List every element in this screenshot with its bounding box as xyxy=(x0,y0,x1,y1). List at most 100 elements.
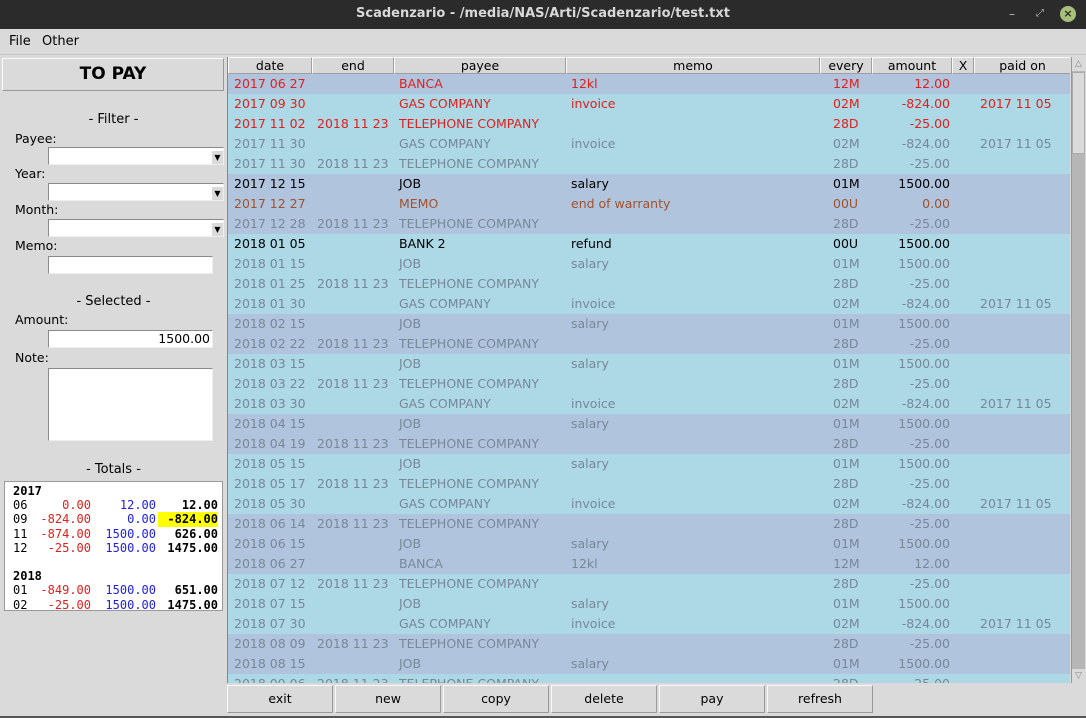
menu-file[interactable]: File xyxy=(9,34,31,49)
exit-button[interactable]: exit xyxy=(227,685,333,713)
column-header-every[interactable]: every xyxy=(820,57,872,74)
minimize-icon[interactable]: – xyxy=(1004,6,1020,22)
totals-month: 11 xyxy=(13,526,28,541)
cell-date: 2018 01 15 xyxy=(234,256,306,271)
cell-date: 2018 06 14 xyxy=(234,516,306,531)
table-row[interactable]: 2018 06 27 BANCA 12kl 12M 12.00 xyxy=(228,554,1070,574)
cell-amount: -25.00 xyxy=(909,516,950,531)
to-pay-button[interactable]: TO PAY xyxy=(2,58,224,91)
cell-amount: -25.00 xyxy=(909,276,950,291)
cell-end: 2018 11 23 xyxy=(317,576,389,591)
column-header-date[interactable]: date xyxy=(228,57,312,74)
chevron-down-icon[interactable]: ▼ xyxy=(212,223,223,236)
payee-combobox[interactable]: ▼ xyxy=(48,147,224,165)
cell-amount: 1500.00 xyxy=(898,256,950,271)
table-row[interactable]: 2018 09 06 2018 11 23 TELEPHONE COMPANY 28D… xyxy=(228,674,1070,683)
table-row[interactable]: 2017 11 30 GAS COMPANY invoice 02M -824.00 20… xyxy=(228,134,1070,154)
copy-button[interactable]: copy xyxy=(443,685,549,713)
cell-memo: invoice xyxy=(571,616,616,631)
cell-payee: TELEPHONE COMPANY xyxy=(399,156,540,171)
table-row[interactable]: 2018 07 12 2018 11 23 TELEPHONE COMPANY 28D… xyxy=(228,574,1070,594)
table-row[interactable]: 2017 12 15 JOB salary 01M 1500.00 xyxy=(228,174,1070,194)
scroll-down-arrow-icon[interactable]: ▽ xyxy=(1072,669,1085,683)
cell-every: 00U xyxy=(833,196,859,211)
table-row[interactable]: 2018 02 22 2018 11 23 TELEPHONE COMPANY 28D… xyxy=(228,334,1070,354)
note-textarea[interactable] xyxy=(48,368,213,441)
amount-label: Amount: xyxy=(15,312,69,327)
cell-amount: -25.00 xyxy=(909,376,950,391)
table-row[interactable]: 2018 01 15 JOB salary 01M 1500.00 xyxy=(228,254,1070,274)
table-row[interactable]: 2018 05 17 2018 11 23 TELEPHONE COMPANY 28D… xyxy=(228,474,1070,494)
table-row[interactable]: 2018 08 15 JOB salary 01M 1500.00 xyxy=(228,654,1070,674)
table-row[interactable]: 2018 07 15 JOB salary 01M 1500.00 xyxy=(228,594,1070,614)
table-row[interactable]: 2017 09 30 GAS COMPANY invoice 02M -824.00 20… xyxy=(228,94,1070,114)
cell-amount: 1500.00 xyxy=(898,596,950,611)
column-header-memo[interactable]: memo xyxy=(566,57,820,74)
cell-date: 2018 05 30 xyxy=(234,496,306,511)
column-header-payee[interactable]: payee xyxy=(394,57,566,74)
cell-date: 2018 03 30 xyxy=(234,396,306,411)
maximize-icon[interactable]: ⤢ xyxy=(1032,6,1048,22)
table-row[interactable]: 2018 03 22 2018 11 23 TELEPHONE COMPANY 28D… xyxy=(228,374,1070,394)
column-header-x[interactable]: X xyxy=(952,57,974,74)
totals-year: 2017 xyxy=(13,484,42,498)
totals-out: -849.00 xyxy=(40,583,91,598)
table-row[interactable]: 2018 05 30 GAS COMPANY invoice 02M -824.00 20… xyxy=(228,494,1070,514)
menu-other[interactable]: Other xyxy=(42,34,79,49)
totals-title: - Totals - xyxy=(86,462,141,477)
month-combobox[interactable]: ▼ xyxy=(48,219,224,237)
new-button[interactable]: new xyxy=(335,685,441,713)
year-combobox[interactable]: ▼ xyxy=(48,183,224,201)
totals-month: 06 xyxy=(13,498,28,513)
table-row[interactable]: 2018 04 15 JOB salary 01M 1500.00 xyxy=(228,414,1070,434)
column-header-end[interactable]: end xyxy=(312,57,394,74)
column-header-paid-on[interactable]: paid on xyxy=(974,57,1070,74)
close-icon[interactable]: × xyxy=(1060,6,1076,22)
totals-in: 0.00 xyxy=(127,512,156,527)
cell-date: 2017 11 02 xyxy=(234,116,306,131)
amount-input[interactable]: 1500.00 xyxy=(48,330,213,348)
table-row[interactable]: 2018 07 30 GAS COMPANY invoice 02M -824.00 20… xyxy=(228,614,1070,634)
table-row[interactable]: 2018 04 19 2018 11 23 TELEPHONE COMPANY 28D… xyxy=(228,434,1070,454)
scrollbar-thumb[interactable] xyxy=(1072,72,1085,154)
left-panel: TO PAY - Filter - Payee: ▼ Year: ▼ Month… xyxy=(2,57,225,716)
refresh-button[interactable]: refresh xyxy=(767,685,873,713)
cell-memo: salary xyxy=(571,456,609,471)
note-label: Note: xyxy=(15,350,49,365)
table-row[interactable]: 2018 03 15 JOB salary 01M 1500.00 xyxy=(228,354,1070,374)
cell-memo: invoice xyxy=(571,96,616,111)
table-row[interactable]: 2017 11 02 2018 11 23 TELEPHONE COMPANY 28D… xyxy=(228,114,1070,134)
cell-every: 28D xyxy=(833,376,859,391)
cell-every: 28D xyxy=(833,476,859,491)
table-row[interactable]: 2017 11 30 2018 11 23 TELEPHONE COMPANY 28D… xyxy=(228,154,1070,174)
delete-button[interactable]: delete xyxy=(551,685,657,713)
cell-date: 2018 01 30 xyxy=(234,296,306,311)
table-row[interactable]: 2018 05 15 JOB salary 01M 1500.00 xyxy=(228,454,1070,474)
table-row[interactable]: 2018 03 30 GAS COMPANY invoice 02M -824.00 20… xyxy=(228,394,1070,414)
cell-date: 2018 08 09 xyxy=(234,636,306,651)
chevron-down-icon[interactable]: ▼ xyxy=(212,187,223,200)
cell-end: 2018 11 23 xyxy=(317,336,389,351)
column-header-amount[interactable]: amount xyxy=(872,57,952,74)
cell-payee: TELEPHONE COMPANY xyxy=(399,516,540,531)
table-row[interactable]: 2017 12 27 MEMO end of warranty 00U 0.00 xyxy=(228,194,1070,214)
table-row[interactable]: 2017 12 28 2018 11 23 TELEPHONE COMPANY 28D… xyxy=(228,214,1070,234)
table-row[interactable]: 2018 01 30 GAS COMPANY invoice 02M -824.00 20… xyxy=(228,294,1070,314)
cell-amount: 12.00 xyxy=(914,76,950,91)
table-row[interactable]: 2018 08 09 2018 11 23 TELEPHONE COMPANY 28D… xyxy=(228,634,1070,654)
chevron-down-icon[interactable]: ▼ xyxy=(212,151,223,164)
vertical-scrollbar[interactable]: △ ▽ xyxy=(1071,57,1085,683)
table-row[interactable]: 2018 06 15 JOB salary 01M 1500.00 xyxy=(228,534,1070,554)
memo-filter-input[interactable] xyxy=(48,256,213,274)
totals-out: -25.00 xyxy=(47,540,91,555)
totals-month: 12 xyxy=(13,540,28,555)
table-row[interactable]: 2018 01 25 2018 11 23 TELEPHONE COMPANY 28D… xyxy=(228,274,1070,294)
table-row[interactable]: 2018 01 05 BANK 2 refund 00U 1500.00 xyxy=(228,234,1070,254)
table-row[interactable]: 2018 06 14 2018 11 23 TELEPHONE COMPANY 28D… xyxy=(228,514,1070,534)
table-row[interactable]: 2018 02 15 JOB salary 01M 1500.00 xyxy=(228,314,1070,334)
table-row[interactable]: 2017 06 27 BANCA 12kl 12M 12.00 xyxy=(228,74,1070,94)
cell-memo: salary xyxy=(571,416,609,431)
totals-row: 06 0.00 12.00 12.00 xyxy=(13,498,222,512)
pay-button[interactable]: pay xyxy=(659,685,765,713)
scroll-up-arrow-icon[interactable]: △ xyxy=(1072,57,1085,71)
